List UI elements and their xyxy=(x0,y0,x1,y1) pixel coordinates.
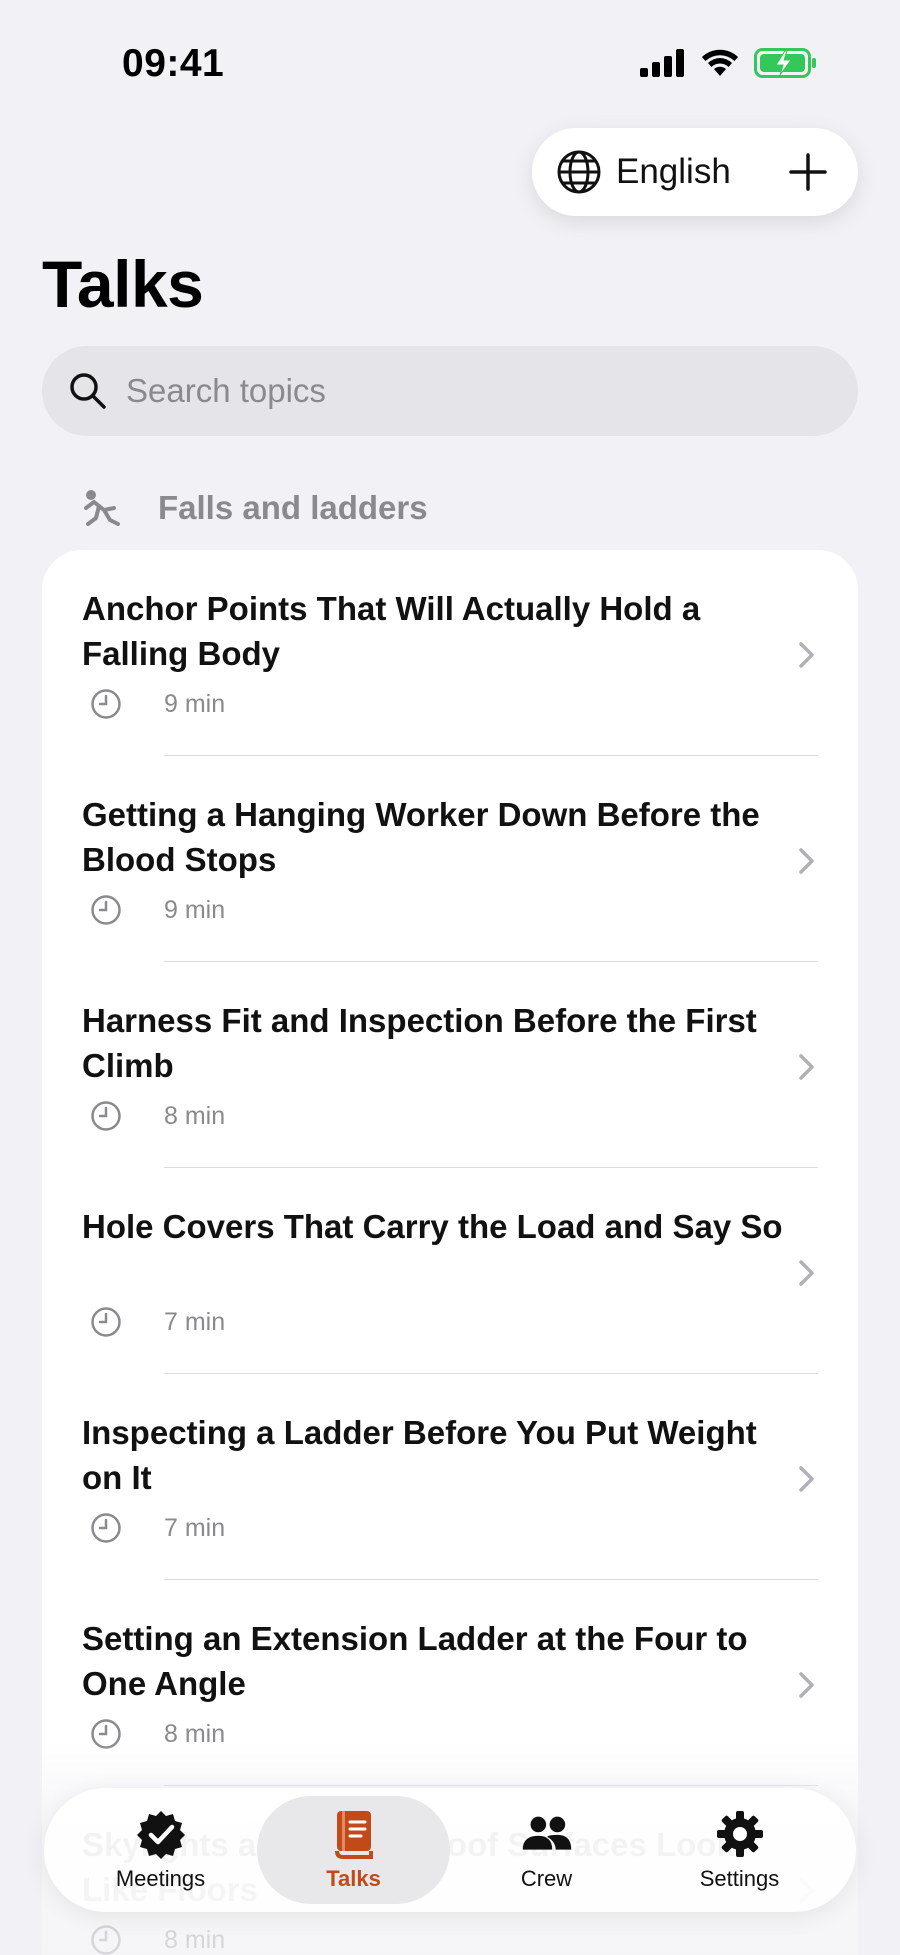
wifi-icon xyxy=(702,49,738,76)
search-bar[interactable] xyxy=(42,346,858,436)
talk-meta: 9 min xyxy=(90,688,225,720)
talk-title: Getting a Hanging Worker Down Before the… xyxy=(82,796,760,878)
language-selector[interactable]: English xyxy=(532,128,858,216)
chevron-right-icon xyxy=(799,1466,814,1492)
talk-meta: 8 min xyxy=(90,1100,225,1132)
talk-meta: 7 min xyxy=(90,1306,225,1338)
section-header: Falls and ladders xyxy=(80,486,428,530)
talk-duration: 7 min xyxy=(164,1307,226,1336)
chevron-right-icon xyxy=(799,642,814,668)
chevron-right-icon xyxy=(799,848,814,874)
talk-row[interactable]: Anchor Points That Will Actually Hold a … xyxy=(42,550,858,756)
talk-duration: 8 min xyxy=(164,1101,226,1130)
search-icon xyxy=(70,373,106,409)
talk-row[interactable]: Hole Covers That Carry the Load and Say … xyxy=(42,1168,858,1374)
talk-meta: 9 min xyxy=(90,894,225,926)
clock-icon xyxy=(91,1307,121,1337)
tab-settings-label: Settings xyxy=(699,1866,780,1891)
status-time: 09:41 xyxy=(122,42,225,85)
tab-bar: Meetings Talks Crew Settings xyxy=(44,1788,856,1912)
cellular-signal-icon xyxy=(640,49,684,77)
talk-title: Harness Fit and Inspection Before the Fi… xyxy=(82,1002,757,1084)
person-falling-icon xyxy=(84,490,120,526)
talk-title: Anchor Points That Will Actually Hold a … xyxy=(82,590,701,672)
clock-icon xyxy=(91,895,121,925)
talk-duration: 9 min xyxy=(164,895,226,924)
talk-row[interactable]: Getting a Hanging Worker Down Before the… xyxy=(42,756,858,962)
checkmark-seal-icon xyxy=(136,1811,185,1859)
clock-icon xyxy=(91,1513,121,1543)
talk-row[interactable]: Harness Fit and Inspection Before the Fi… xyxy=(42,962,858,1168)
talk-duration: 7 min xyxy=(164,1513,226,1542)
gear-icon xyxy=(716,1811,763,1857)
tab-talks[interactable]: Talks xyxy=(257,1796,450,1904)
talk-duration: 9 min xyxy=(164,689,226,718)
chevron-right-icon xyxy=(799,1054,814,1080)
book-icon xyxy=(334,1811,373,1859)
add-button[interactable] xyxy=(786,150,830,194)
talk-meta: 7 min xyxy=(90,1512,225,1544)
talks-screen: 09:41 English Talks Search topics Falls … xyxy=(0,0,900,1955)
chevron-right-icon xyxy=(799,1260,814,1286)
clock-icon xyxy=(91,689,121,719)
tab-settings[interactable]: Settings xyxy=(643,1796,836,1904)
tab-crew-label: Crew xyxy=(520,1866,573,1891)
clock-icon xyxy=(91,1101,121,1131)
talk-title: Setting an Extension Ladder at the Four … xyxy=(82,1620,748,1702)
talk-row[interactable]: Inspecting a Ladder Before You Put Weigh… xyxy=(42,1374,858,1580)
talk-title: Hole Covers That Carry the Load and Say … xyxy=(82,1208,783,1245)
status-icons xyxy=(640,48,818,78)
page-title: Talks xyxy=(42,247,204,321)
talk-title: Inspecting a Ladder Before You Put Weigh… xyxy=(82,1414,757,1496)
tab-meetings[interactable]: Meetings xyxy=(64,1796,257,1904)
battery-charging-icon xyxy=(754,48,816,78)
globe-icon xyxy=(557,150,601,194)
chevron-right-icon xyxy=(799,1672,814,1698)
search-input[interactable] xyxy=(126,372,726,410)
section-title: Falls and ladders xyxy=(158,489,428,526)
people-icon xyxy=(522,1816,571,1850)
language-label: English xyxy=(616,152,731,191)
tab-crew[interactable]: Crew xyxy=(450,1796,643,1904)
tab-talks-label: Talks xyxy=(326,1866,381,1891)
plus-icon xyxy=(789,153,827,191)
tab-meetings-label: Meetings xyxy=(115,1866,206,1891)
